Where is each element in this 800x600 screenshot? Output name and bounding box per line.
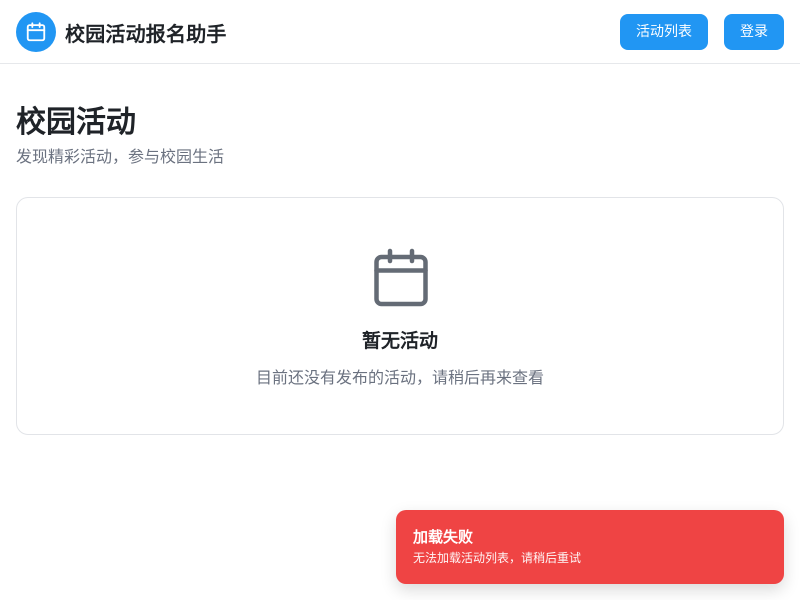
calendar-icon <box>373 248 429 308</box>
header-nav: 活动列表 登录 <box>620 14 784 50</box>
page-title: 校园活动 <box>16 105 136 140</box>
app-header: 校园活动报名助手 活动列表 登录 <box>0 0 800 64</box>
brand[interactable]: 校园活动报名助手 <box>16 12 227 52</box>
login-button[interactable]: 登录 <box>724 14 784 50</box>
empty-state-description: 目前还没有发布的活动，请稍后再来查看 <box>255 368 544 387</box>
toast-title: 加载失败 <box>413 528 474 546</box>
page-subtitle: 发现精彩活动，参与校园生活 <box>16 147 225 166</box>
empty-state-card: 暂无活动 目前还没有发布的活动，请稍后再来查看 <box>16 197 784 435</box>
toast-message: 无法加载活动列表，请稍后重试 <box>413 551 582 565</box>
calendar-icon <box>16 12 56 52</box>
activity-list-button[interactable]: 活动列表 <box>620 14 708 50</box>
app-title: 校园活动报名助手 <box>65 21 227 46</box>
error-toast[interactable]: 加载失败 无法加载活动列表，请稍后重试 <box>396 510 784 584</box>
empty-state-title: 暂无活动 <box>361 330 438 352</box>
